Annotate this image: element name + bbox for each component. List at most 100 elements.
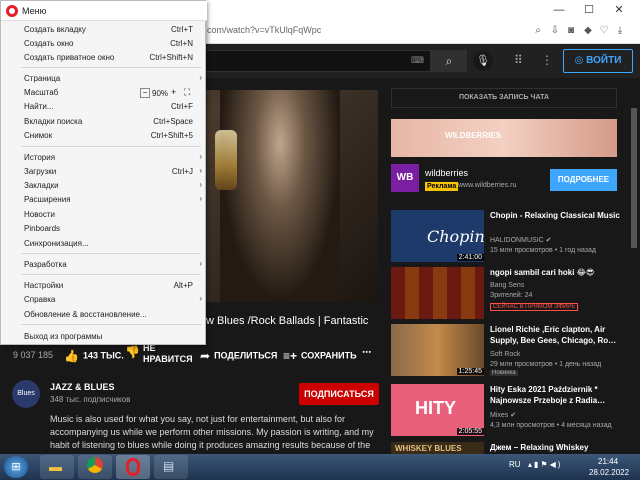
search-button[interactable]: ⌕ bbox=[431, 50, 467, 72]
menu-item-label: Закладки bbox=[24, 181, 59, 190]
opera-icon bbox=[126, 458, 140, 476]
keyboard-icon[interactable]: ⌨ bbox=[411, 55, 424, 66]
chrome-taskbar-icon[interactable] bbox=[78, 455, 112, 479]
like-button[interactable]: 👍 143 ТЫС. bbox=[64, 349, 124, 363]
zoom-in-button[interactable]: + bbox=[171, 87, 176, 97]
scrollbar-thumb[interactable] bbox=[631, 108, 637, 248]
page-scrollbar[interactable] bbox=[630, 88, 638, 444]
video-title[interactable]: ngopi sambil cari hoki 😂😎 bbox=[490, 267, 624, 278]
apps-icon[interactable]: ⠿ bbox=[514, 53, 528, 67]
menu-item-snapshot[interactable]: Снимок Ctrl+Shift+5 bbox=[1, 129, 207, 143]
menu-item-extensions[interactable]: Расширения › bbox=[1, 193, 207, 207]
mic-button[interactable]: 🎙 bbox=[473, 51, 493, 71]
ad-badge: Реклама bbox=[425, 182, 459, 191]
menu-item-label: Вкладки поиска bbox=[24, 117, 83, 126]
channel-name[interactable]: Mixes ✔ bbox=[490, 411, 516, 419]
clock-date[interactable]: 28.02.2022 bbox=[589, 468, 629, 477]
camera-icon[interactable]: ◙ bbox=[564, 24, 578, 38]
menu-item-page[interactable]: Страница › bbox=[1, 72, 207, 86]
channel-name[interactable]: JAZZ & BLUES bbox=[50, 382, 115, 392]
menu-item-label: Создать окно bbox=[24, 39, 74, 48]
show-chat-replay-button[interactable]: ПОКАЗАТЬ ЗАПИСЬ ЧАТА bbox=[391, 88, 617, 108]
menu-item-private-window[interactable]: Создать приватное окно Ctrl+Shift+N bbox=[1, 51, 207, 65]
video-title[interactable]: Lionel Richie ,Eric clapton, Air Supply,… bbox=[490, 324, 624, 346]
search-icon: ⌕ bbox=[445, 54, 453, 68]
video-thumbnail[interactable]: WHISKEY BLUES bbox=[391, 442, 484, 454]
menu-item-exit[interactable]: Выход из программы bbox=[1, 330, 207, 344]
start-button[interactable]: ⊞ bbox=[4, 456, 28, 478]
signin-button[interactable]: ◎ ВОЙТИ bbox=[563, 49, 633, 73]
ad-name[interactable]: wildberries bbox=[425, 168, 468, 178]
menu-item-help[interactable]: Справка › bbox=[1, 293, 207, 307]
video-title[interactable]: Hity Eska 2021 Październik * Najnowsze P… bbox=[490, 384, 624, 406]
like-count: 143 ТЫС. bbox=[82, 350, 124, 361]
menu-item-label: Расширения bbox=[24, 195, 71, 204]
fullscreen-icon[interactable]: ⛶ bbox=[184, 87, 190, 98]
menu-item-settings[interactable]: Настройки Alt+P bbox=[1, 279, 207, 293]
download-icon[interactable]: ⇩ bbox=[548, 24, 562, 38]
recommended-video[interactable]: Chopin 2:41:00 Chopin - Relaxing Classic… bbox=[391, 210, 625, 264]
maximize-button[interactable]: ☐ bbox=[578, 2, 600, 18]
menu-item-new-tab[interactable]: Создать вкладку Ctrl+T bbox=[1, 23, 207, 37]
download-tray-icon[interactable]: ⤓ bbox=[613, 24, 627, 38]
channel-name[interactable]: Soft Rock bbox=[490, 351, 520, 358]
menu-item-shortcut: Ctrl+J bbox=[171, 167, 193, 176]
menu-item-developer[interactable]: Разработка › bbox=[1, 258, 207, 272]
opera-taskbar-icon[interactable] bbox=[116, 455, 150, 479]
subscribe-button[interactable]: ПОДПИСАТЬСЯ bbox=[299, 383, 379, 405]
minimize-button[interactable]: — bbox=[548, 2, 570, 18]
recommended-video[interactable]: ngopi sambil cari hoki 😂😎 Bang Sens Зрит… bbox=[391, 267, 625, 321]
recommended-video[interactable]: HITY 2:05:55 Hity Eska 2021 Październik … bbox=[391, 384, 625, 438]
recommended-video[interactable]: WHISKEY BLUES Джем – Relaxing Whiskey bbox=[391, 442, 625, 454]
menu-item-bookmarks[interactable]: Закладки › bbox=[1, 179, 207, 193]
dislike-button[interactable]: 👎 НЕ НРАВИТСЯ bbox=[125, 343, 193, 365]
ad-banner[interactable]: WILDBERRIES bbox=[391, 119, 617, 157]
channel-name[interactable]: HALIDONMUSIC ✔ bbox=[490, 236, 551, 244]
menu-item-new-window[interactable]: Создать окно Ctrl+N bbox=[1, 37, 207, 51]
menu-item-history[interactable]: История › bbox=[1, 151, 207, 165]
channel-avatar[interactable]: Blues bbox=[12, 380, 40, 408]
clock-time[interactable]: 21:44 bbox=[598, 457, 618, 466]
video-thumbnail[interactable] bbox=[391, 267, 484, 319]
explorer-taskbar-icon[interactable]: ▬ bbox=[40, 455, 74, 479]
ad-logo[interactable]: WB bbox=[391, 164, 419, 192]
shield-icon[interactable]: ◆ bbox=[581, 24, 595, 38]
chevron-right-icon: › bbox=[199, 73, 202, 82]
viewer-count: Зрителей: 24 bbox=[490, 292, 533, 299]
menu-item-label: Масштаб bbox=[24, 88, 59, 97]
video-title[interactable]: Chopin - Relaxing Classical Music bbox=[490, 210, 624, 221]
chrome-icon bbox=[87, 457, 103, 473]
search-icon[interactable]: ⌕ bbox=[531, 24, 545, 38]
menu-item-sync[interactable]: Синхронизация... bbox=[1, 237, 207, 251]
menu-item-update-recovery[interactable]: Обновление & восстановление... bbox=[1, 308, 207, 322]
menu-header[interactable]: Меню bbox=[1, 1, 207, 21]
video-duration: 2:41:00 bbox=[456, 254, 484, 261]
menu-separator bbox=[21, 146, 201, 147]
flag-icon[interactable]: ⚑ bbox=[540, 460, 549, 469]
menu-item-downloads[interactable]: Загрузки Ctrl+J › bbox=[1, 165, 207, 179]
more-actions-button[interactable]: ⋯ bbox=[362, 347, 371, 358]
tray-icons[interactable]: ▴▮⚑◀) bbox=[528, 460, 562, 469]
app-taskbar-icon[interactable]: ▤ bbox=[154, 455, 188, 479]
more-vert-icon[interactable]: ⋮ bbox=[541, 53, 553, 67]
language-indicator[interactable]: RU bbox=[509, 460, 521, 469]
recommended-video[interactable]: 1:25:45 Lionel Richie ,Eric clapton, Air… bbox=[391, 324, 625, 378]
share-button[interactable]: ➦ ПОДЕЛИТЬСЯ bbox=[200, 349, 277, 363]
heart-icon[interactable]: ♡ bbox=[597, 24, 611, 38]
menu-item-news[interactable]: Новости bbox=[1, 208, 207, 222]
url-field[interactable]: com/watch?v=vTkUlqFqWpc bbox=[207, 25, 321, 35]
zoom-out-button[interactable]: − bbox=[140, 88, 150, 98]
close-window-button[interactable]: ✕ bbox=[608, 2, 630, 18]
save-button[interactable]: ≡+ СОХРАНИТЬ bbox=[283, 349, 357, 363]
channel-name[interactable]: Bang Sens bbox=[490, 282, 524, 289]
thumbnail-text: HITY bbox=[415, 398, 457, 418]
menu-item-find[interactable]: Найти... Ctrl+F bbox=[1, 100, 207, 114]
user-icon: ◎ bbox=[574, 55, 587, 66]
search-input[interactable]: ⌨ bbox=[205, 50, 431, 72]
video-title[interactable]: Джем – Relaxing Whiskey bbox=[490, 442, 624, 453]
menu-item-pinboards[interactable]: Pinboards bbox=[1, 222, 207, 236]
volume-icon[interactable]: ◀) bbox=[550, 460, 563, 469]
ad-cta-button[interactable]: ПОДРОБНЕЕ bbox=[550, 169, 617, 191]
menu-item-tab-search[interactable]: Вкладки поиска Ctrl+Space bbox=[1, 115, 207, 129]
playlist-add-icon: ≡+ bbox=[283, 349, 298, 363]
